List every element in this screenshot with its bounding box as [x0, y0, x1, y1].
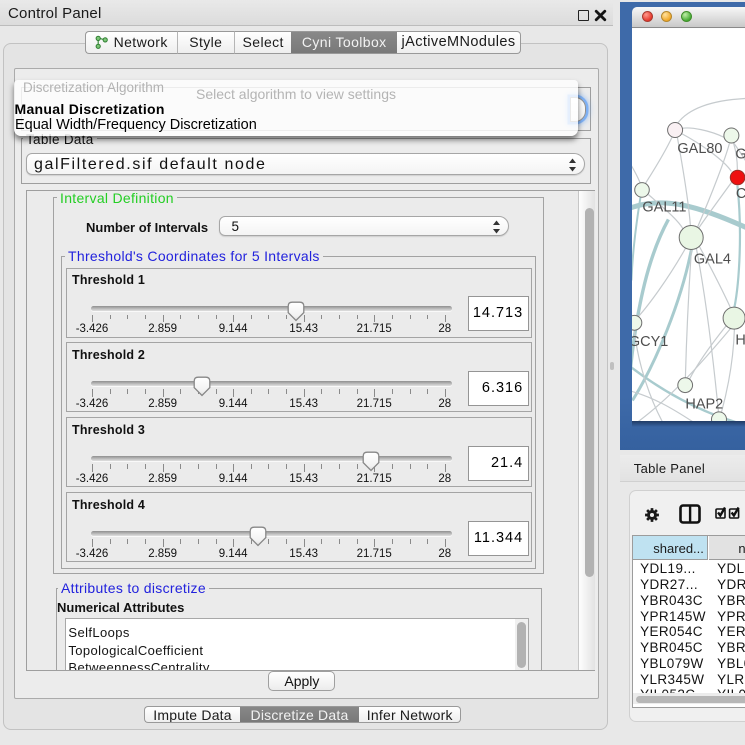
svg-text:GAL80: GAL80 [677, 141, 722, 157]
svg-text:CY: CY [735, 185, 744, 201]
svg-text:GAL11: GAL11 [642, 199, 686, 215]
svg-text:GAL4: GAL4 [693, 251, 730, 267]
svg-text:GA: GA [735, 146, 745, 162]
svg-text:HI: HI [735, 332, 745, 348]
svg-text:GCY1: GCY1 [632, 333, 668, 349]
svg-text:HAP2: HAP2 [685, 396, 723, 412]
